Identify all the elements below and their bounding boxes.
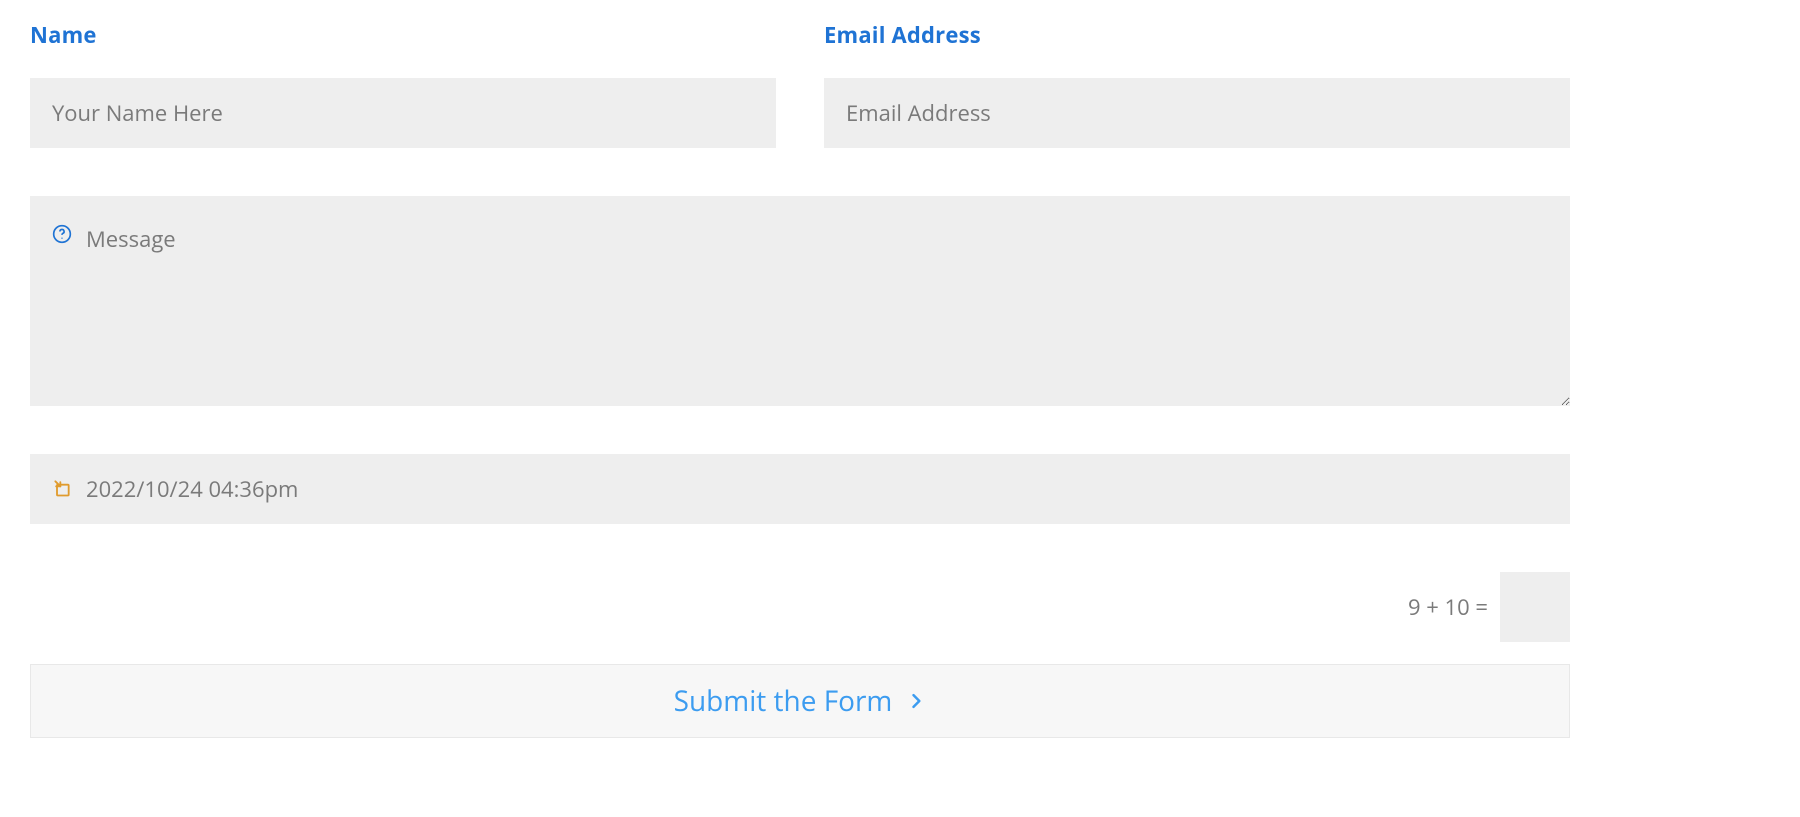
submit-button[interactable]: Submit the Form <box>30 664 1570 738</box>
datetime-input[interactable] <box>30 454 1570 524</box>
email-input[interactable] <box>824 78 1570 148</box>
message-textarea[interactable] <box>30 196 1570 406</box>
chevron-right-icon <box>906 691 926 711</box>
email-field-group: Email Address <box>824 20 1570 148</box>
message-field-group <box>30 196 1570 406</box>
name-label: Name <box>30 20 776 50</box>
captcha-input[interactable] <box>1500 572 1570 642</box>
name-field-group: Name <box>30 20 776 148</box>
name-input[interactable] <box>30 78 776 148</box>
email-label: Email Address <box>824 20 1570 50</box>
contact-form: Name Email Address 9 + 10 = <box>30 20 1570 738</box>
captcha-row: 9 + 10 = <box>30 572 1570 642</box>
submit-button-label: Submit the Form <box>674 682 893 720</box>
captcha-question: 9 + 10 = <box>1408 592 1488 622</box>
name-email-row: Name Email Address <box>30 20 1570 148</box>
datetime-field-group <box>30 454 1570 524</box>
